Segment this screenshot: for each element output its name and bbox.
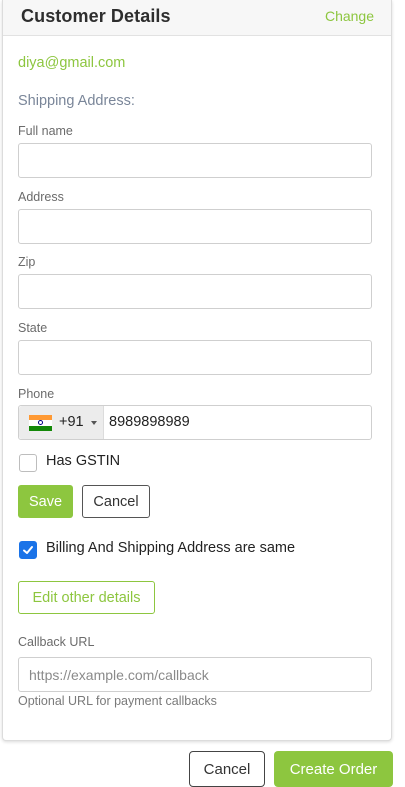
shipping-address-heading: Shipping Address: xyxy=(18,93,135,109)
cancel-button[interactable]: Cancel xyxy=(82,485,150,518)
india-flag-icon xyxy=(29,415,52,431)
state-label: State xyxy=(18,321,48,335)
phone-input[interactable]: 8989898989 xyxy=(109,414,190,430)
full-name-label: Full name xyxy=(18,124,73,138)
change-link[interactable]: Change xyxy=(325,8,374,24)
chevron-down-icon xyxy=(91,421,97,425)
phone-label: Phone xyxy=(18,387,55,401)
has-gstin-label: Has GSTIN xyxy=(46,453,121,469)
checkmark-icon xyxy=(23,546,33,554)
callback-url-label: Callback URL xyxy=(18,635,95,649)
edit-other-details-button[interactable]: Edit other details xyxy=(18,581,155,614)
address-label: Address xyxy=(18,190,64,204)
callback-url-input[interactable] xyxy=(18,657,372,692)
zip-label: Zip xyxy=(18,255,36,269)
create-order-button[interactable]: Create Order xyxy=(274,751,393,787)
country-code-dropdown[interactable]: +91 xyxy=(19,406,104,439)
callback-url-helper: Optional URL for payment callbacks xyxy=(18,694,217,708)
has-gstin-checkbox[interactable] xyxy=(19,454,37,472)
billing-same-checkbox[interactable] xyxy=(19,541,37,559)
address-input[interactable] xyxy=(18,209,372,244)
panel-header: Customer Details Change xyxy=(3,0,391,36)
state-input[interactable] xyxy=(18,340,372,375)
footer-cancel-button[interactable]: Cancel xyxy=(189,751,265,787)
billing-same-label: Billing And Shipping Address are same xyxy=(46,540,296,556)
phone-field: +91 8989898989 xyxy=(18,405,372,440)
customer-email: diya@gmail.com xyxy=(18,55,126,71)
full-name-input[interactable] xyxy=(18,143,372,178)
save-button[interactable]: Save xyxy=(18,485,73,518)
dial-code: +91 xyxy=(59,414,84,430)
zip-input[interactable] xyxy=(18,274,372,309)
panel-title: Customer Details xyxy=(21,6,171,26)
